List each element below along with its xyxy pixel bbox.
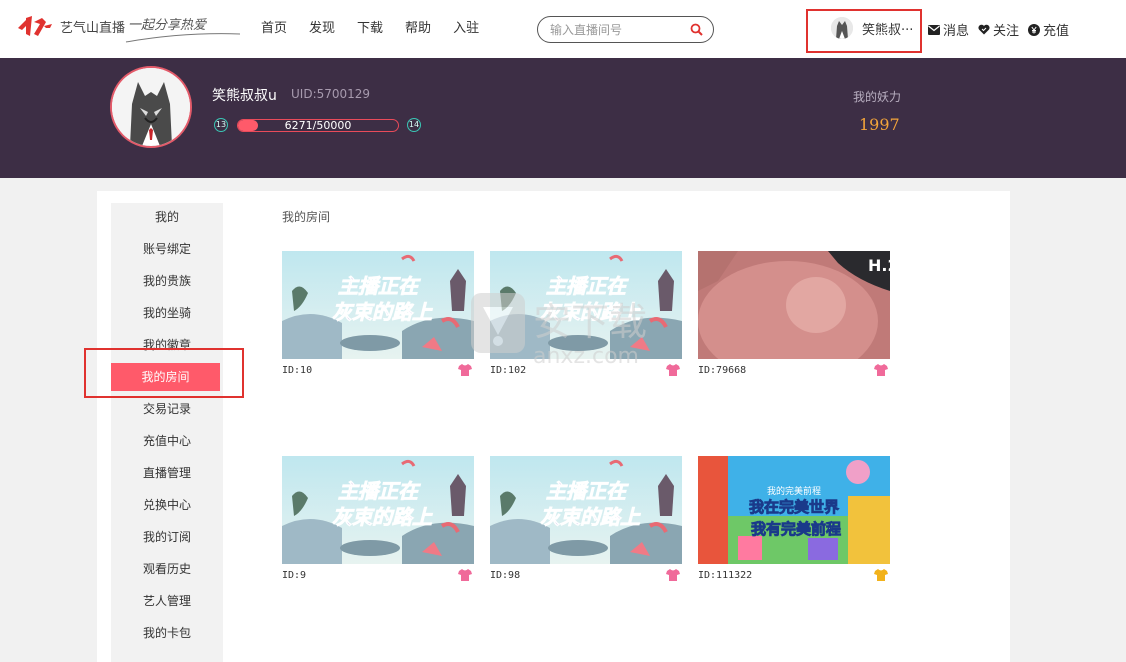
svg-text:主播正在: 主播正在	[546, 479, 629, 503]
logo-text: 艺气山直播	[60, 21, 126, 36]
sidebar-item-transactions[interactable]: 交易记录	[111, 395, 223, 423]
user-avatar	[831, 17, 853, 39]
svg-text:我有完美前程: 我有完美前程	[751, 520, 841, 538]
logo-mark-icon	[18, 16, 52, 36]
follow-label: 关注	[993, 24, 1020, 39]
sidebar: 我的 账号绑定 我的贵族 我的坐骑 我的徽章 我的房间 交易记录 充值中心 直播管理 兑换中心 我的…	[111, 203, 223, 662]
tshirt-icon[interactable]	[666, 569, 680, 581]
user-menu[interactable]: 笑熊叔···	[806, 9, 922, 53]
site-logo[interactable]: 艺气山直播 一起分享热爱	[16, 12, 241, 46]
sidebar-item-account-binding[interactable]: 账号绑定	[111, 235, 223, 263]
profile-avatar[interactable]	[110, 66, 192, 148]
tshirt-icon[interactable]	[458, 569, 472, 581]
top-navbar: 艺气山直播 一起分享热爱 首页 发现 下载 帮助 入驻 笑熊叔···	[0, 0, 1126, 58]
sidebar-item-subscriptions[interactable]: 我的订阅	[111, 523, 223, 551]
room-search	[537, 16, 714, 43]
exp-progress-bar: 6271/50000	[237, 119, 399, 132]
room-thumbnail[interactable]: 主播正在 灰束的路上	[282, 456, 474, 564]
sidebar-item-recharge-center[interactable]: 充值中心	[111, 427, 223, 455]
room-thumbnail[interactable]: H.2	[698, 251, 890, 359]
page-title: 我的房间	[282, 210, 331, 224]
room-id: ID:9	[282, 570, 307, 581]
level-next-badge: 14	[407, 118, 421, 132]
user-name: 笑熊叔···	[862, 23, 914, 38]
nav-discover[interactable]: 发现	[309, 0, 335, 58]
svg-text:灰束的路上: 灰束的路上	[332, 300, 433, 324]
sidebar-item-live-management[interactable]: 直播管理	[111, 459, 223, 487]
yen-coin-icon	[1028, 23, 1041, 36]
recharge-link[interactable]: 充值	[1028, 20, 1069, 39]
sidebar-item-watch-history[interactable]: 观看历史	[111, 555, 223, 583]
room-card[interactable]: H.2 ID:79668	[698, 251, 890, 376]
room-search-input[interactable]	[550, 22, 690, 38]
tshirt-icon[interactable]	[874, 364, 888, 376]
heart-icon	[978, 24, 990, 35]
room-card[interactable]: 主播正在 灰束的路上 ID:98	[490, 456, 682, 581]
watermark-text: 安下载	[533, 300, 647, 344]
room-card[interactable]: 我的完美前程 我在完美世界 我有完美前程 ID:111322	[698, 456, 890, 581]
profile-uid: UID:5700129	[291, 87, 371, 101]
room-id: ID:98	[490, 570, 521, 581]
sidebar-item-mount[interactable]: 我的坐骑	[111, 299, 223, 327]
room-thumbnail[interactable]: 主播正在 灰束的路上	[490, 456, 682, 564]
nav-join[interactable]: 入驻	[453, 0, 479, 58]
profile-name: 笑熊叔叔u	[212, 88, 277, 104]
highlight-box-sidebar	[84, 348, 244, 398]
main-nav: 首页 发现 下载 帮助 入驻	[250, 0, 490, 58]
tshirt-icon[interactable]	[874, 569, 888, 581]
sidebar-item-mine[interactable]: 我的	[111, 203, 223, 231]
messages-link[interactable]: 消息	[928, 20, 969, 39]
exp-progress-text: 6271/50000	[284, 119, 352, 132]
sidebar-item-nobility[interactable]: 我的贵族	[111, 267, 223, 295]
sidebar-item-artist-management[interactable]: 艺人管理	[111, 587, 223, 615]
power-value: 1997	[859, 115, 900, 134]
recharge-label: 充值	[1043, 24, 1070, 39]
room-thumbnail[interactable]: 我的完美前程 我在完美世界 我有完美前程	[698, 456, 890, 564]
nav-help[interactable]: 帮助	[405, 0, 431, 58]
follow-link[interactable]: 关注	[978, 20, 1019, 39]
svg-text:主播正在: 主播正在	[338, 274, 421, 298]
sidebar-item-exchange-center[interactable]: 兑换中心	[111, 491, 223, 519]
room-id: ID:10	[282, 365, 313, 376]
watermark-sub: anxz.com	[533, 344, 639, 369]
svg-text:我的完美前程: 我的完美前程	[767, 485, 821, 497]
content-panel: 我的 账号绑定 我的贵族 我的坐骑 我的徽章 我的房间 交易记录 充值中心 直播管理 兑换中心 我的…	[97, 191, 1010, 662]
messages-label: 消息	[943, 24, 970, 39]
room-card[interactable]: 主播正在 灰束的路上 ID:10	[282, 251, 474, 376]
nav-home[interactable]: 首页	[261, 0, 287, 58]
watermark: 安下载 anxz.com	[465, 285, 675, 374]
room-id: ID:79668	[698, 365, 747, 376]
level-current-badge: 13	[214, 118, 228, 132]
profile-banner: 笑熊叔叔u UID:5700129 13 6271/50000 14 我的妖力 …	[0, 58, 1126, 178]
top-links: 消息 关注 充值	[928, 0, 1078, 58]
svg-text:主播正在: 主播正在	[338, 479, 421, 503]
svg-text:我在完美世界: 我在完美世界	[749, 498, 839, 516]
svg-text:灰束的路上: 灰束的路上	[540, 505, 641, 529]
search-icon[interactable]	[690, 23, 703, 36]
room-card[interactable]: 主播正在 灰束的路上 ID:9	[282, 456, 474, 581]
slogan-swoosh	[125, 33, 241, 43]
svg-text:灰束的路上: 灰束的路上	[332, 505, 433, 529]
photo-overlay-text: H.2	[868, 256, 890, 275]
nav-download[interactable]: 下载	[357, 0, 383, 58]
power-label: 我的妖力	[853, 90, 902, 104]
mail-icon	[928, 24, 940, 35]
sidebar-item-card-wallet[interactable]: 我的卡包	[111, 619, 223, 647]
room-id: ID:111322	[698, 570, 753, 581]
room-thumbnail[interactable]: 主播正在 灰束的路上	[282, 251, 474, 359]
